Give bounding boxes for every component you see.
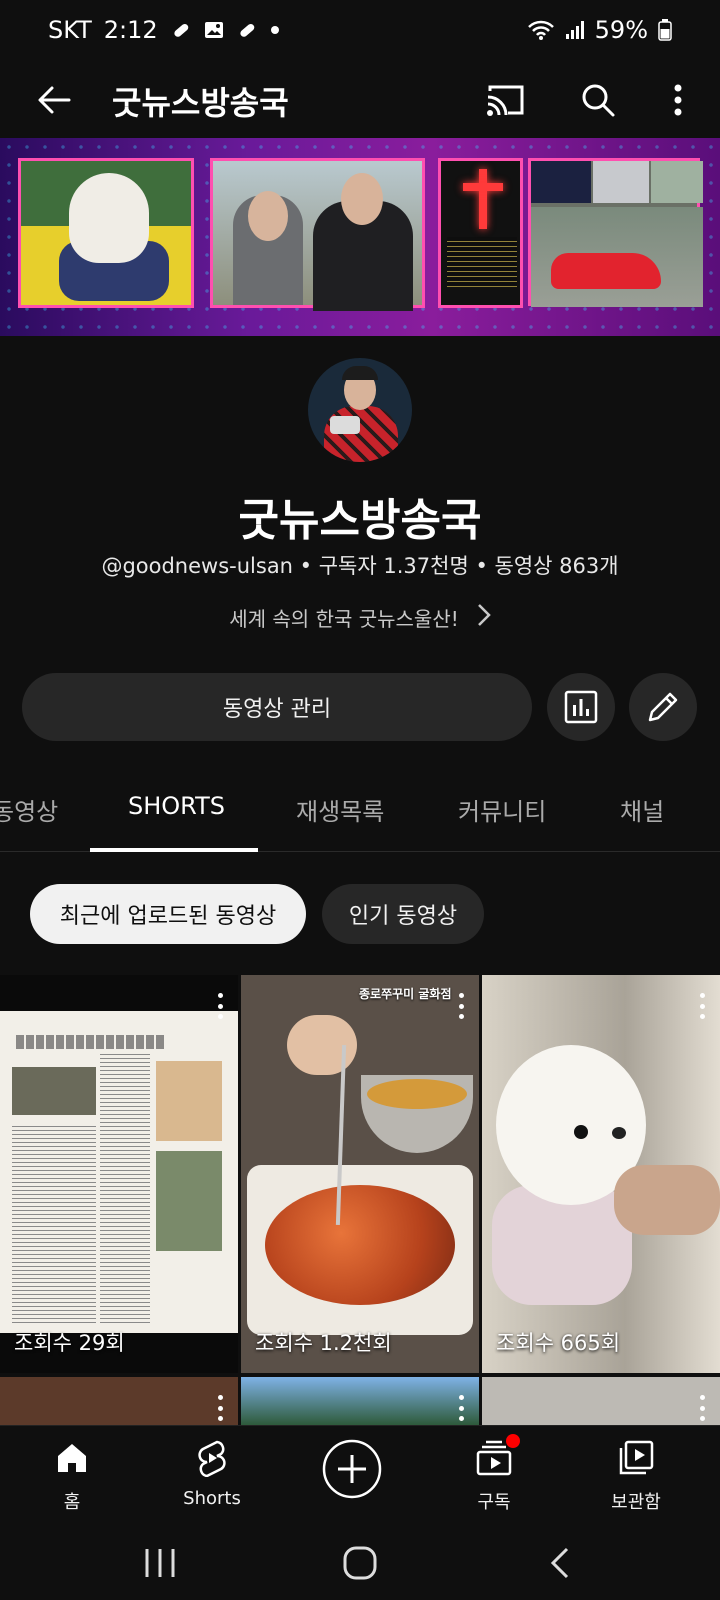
clock-label: 2:12 <box>103 16 158 44</box>
banner-photo-dog <box>18 158 194 308</box>
short-thumbnail-5[interactable] <box>241 1377 479 1425</box>
app-bar: 굿뉴스방송국 <box>0 60 720 140</box>
tab-community[interactable]: 커뮤니티 <box>458 792 546 827</box>
nav-create[interactable] <box>292 1438 412 1500</box>
short-view-count: 조회수 29회 <box>14 1331 125 1355</box>
channel-description-row[interactable]: 세계 속의 한국 굿뉴스울산! <box>0 603 720 632</box>
manage-videos-button[interactable]: 동영상 관리 <box>22 673 532 741</box>
system-navigation-bar <box>0 1525 720 1600</box>
image-notification-icon <box>204 20 224 40</box>
tab-shorts[interactable]: SHORTS <box>128 792 225 820</box>
pill-notification-icon-2 <box>236 19 258 41</box>
channel-tabs: 동영상 SHORTS 재생목록 커뮤니티 채널 <box>0 770 720 852</box>
status-bar: SKT 2:12 59% <box>0 0 720 60</box>
short-more-icon[interactable] <box>698 1395 706 1421</box>
tab-playlists[interactable]: 재생목록 <box>296 792 384 827</box>
bottom-navigation: 홈 Shorts 구독 보관함 <box>0 1425 720 1525</box>
nav-home[interactable]: 홈 <box>12 1434 132 1514</box>
short-thumbnail-1[interactable]: 조회수 29회 <box>0 975 238 1373</box>
subscriptions-icon <box>474 1434 520 1482</box>
short-view-count: 조회수 665회 <box>496 1331 621 1355</box>
nav-shorts[interactable]: Shorts <box>152 1434 272 1509</box>
analytics-icon[interactable] <box>547 673 615 741</box>
channel-avatar[interactable] <box>308 358 412 462</box>
banner-photo-cross <box>438 158 523 308</box>
battery-icon <box>658 19 672 41</box>
nav-library[interactable]: 보관함 <box>576 1434 696 1514</box>
recent-apps-icon[interactable] <box>130 1541 190 1585</box>
library-icon <box>617 1434 655 1482</box>
dot-notification-icon <box>270 25 280 35</box>
cast-icon[interactable] <box>482 76 530 124</box>
short-more-icon[interactable] <box>216 1395 224 1421</box>
shorts-icon <box>196 1434 228 1482</box>
search-icon[interactable] <box>574 76 622 124</box>
banner-photo-couple <box>210 158 425 311</box>
short-thumbnail-2[interactable]: 종로쭈꾸미 굴화점 조회수 1.2천회 <box>241 975 479 1373</box>
short-thumbnail-6[interactable] <box>482 1377 720 1425</box>
nav-subscriptions[interactable]: 구독 <box>434 1434 554 1514</box>
nav-home-label: 홈 <box>63 1492 81 1513</box>
home-button-icon[interactable] <box>330 1541 390 1585</box>
home-icon <box>55 1434 89 1482</box>
short-thumbnail-4[interactable] <box>0 1377 238 1425</box>
back-arrow-icon[interactable] <box>30 76 78 124</box>
short-more-icon[interactable] <box>457 1395 465 1421</box>
tab-videos[interactable]: 동영상 <box>0 792 58 827</box>
channel-banner <box>0 138 720 336</box>
wifi-icon <box>527 19 555 41</box>
nav-shorts-label: Shorts <box>183 1488 241 1509</box>
status-left: SKT 2:12 <box>48 16 280 44</box>
banner-photo-car <box>528 158 703 307</box>
chevron-right-icon <box>477 603 491 632</box>
short-more-icon[interactable] <box>216 993 224 1019</box>
chip-popular[interactable]: 인기 동영상 <box>322 884 484 944</box>
notification-badge <box>506 1434 520 1448</box>
channel-description: 세계 속의 한국 굿뉴스울산! <box>229 607 459 631</box>
short-overlay-text: 종로쭈꾸미 굴화점 <box>359 987 452 1001</box>
pill-notification-icon <box>170 19 192 41</box>
short-more-icon[interactable] <box>698 993 706 1019</box>
chip-recent-uploads[interactable]: 최근에 업로드된 동영상 <box>30 884 306 944</box>
nav-library-label: 보관함 <box>611 1492 661 1513</box>
channel-meta: @goodnews-ulsan • 구독자 1.37천명 • 동영상 863개 <box>101 554 619 578</box>
active-tab-indicator <box>90 848 258 852</box>
tab-channel[interactable]: 채널 <box>620 792 664 827</box>
app-bar-title: 굿뉴스방송국 <box>112 84 289 122</box>
newspaper-image <box>0 1011 238 1333</box>
channel-name: 굿뉴스방송국 <box>238 495 482 546</box>
short-view-count: 조회수 1.2천회 <box>255 1331 392 1355</box>
status-right: 59% <box>527 16 672 44</box>
battery-percent: 59% <box>594 16 648 44</box>
short-thumbnail-3[interactable]: 조회수 665회 <box>482 975 720 1373</box>
back-button-icon[interactable] <box>530 1541 590 1585</box>
signal-icon <box>565 20 585 40</box>
short-more-icon[interactable] <box>457 993 465 1019</box>
more-vertical-icon[interactable] <box>654 76 702 124</box>
create-plus-icon <box>321 1438 383 1500</box>
nav-subscriptions-label: 구독 <box>477 1492 511 1513</box>
carrier-label: SKT <box>48 16 92 44</box>
edit-pencil-icon[interactable] <box>629 673 697 741</box>
